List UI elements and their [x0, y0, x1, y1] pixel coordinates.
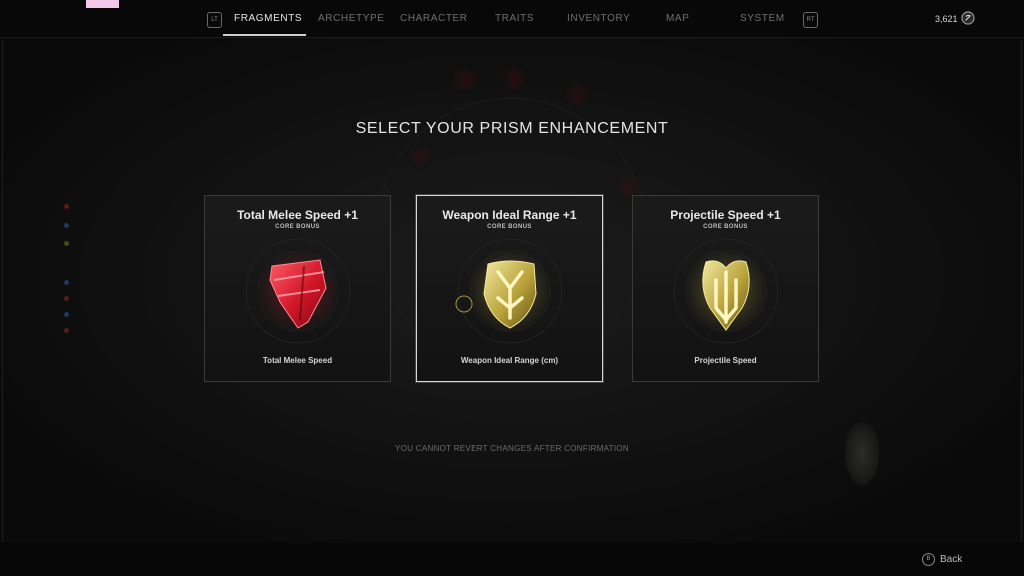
background-stat-dot [64, 312, 69, 317]
card-title: Weapon Ideal Range +1 [442, 208, 577, 222]
card-subtitle: CORE BONUS [703, 224, 748, 230]
background-stat-dot [64, 280, 69, 285]
gold-fragment-projectile-icon [673, 238, 779, 344]
b-button-icon: B [922, 552, 935, 566]
background-stat-dot [64, 223, 69, 228]
tab-traits[interactable]: TRAITS [495, 13, 534, 24]
top-nav-bar: LT FRAGMENTS ARCHETYPE CHARACTER TRAITS … [0, 0, 1024, 38]
currency-amount: 3,621 [935, 14, 958, 24]
tab-inventory[interactable]: INVENTORY [567, 13, 630, 24]
tab-character[interactable]: CHARACTER [400, 13, 468, 24]
confirmation-warning: YOU CANNOT REVERT CHANGES AFTER CONFIRMA… [395, 444, 629, 453]
page-title: SELECT YOUR PRISM ENHANCEMENT [355, 120, 669, 137]
tab-archetype[interactable]: ARCHETYPE [318, 13, 385, 24]
card-subtitle: CORE BONUS [487, 224, 532, 230]
background-fragment-shard [845, 423, 879, 485]
background-fragment-shape [568, 86, 586, 104]
card-stat-label: Projectile Speed [694, 356, 757, 365]
background-stat-dot [64, 241, 69, 246]
red-fragment-icon [245, 238, 351, 344]
background-stat-dot [64, 328, 69, 333]
bottom-bar [0, 543, 1024, 576]
overlay-marker [86, 0, 119, 8]
card-subtitle: CORE BONUS [275, 224, 320, 230]
background-fragment-shape [620, 178, 636, 196]
tab-fragments[interactable]: FRAGMENTS [234, 13, 302, 24]
card-title: Total Melee Speed +1 [237, 208, 358, 222]
scrap-icon [961, 11, 975, 25]
background-fragment-shape [412, 148, 428, 164]
tab-system[interactable]: SYSTEM [740, 13, 785, 24]
prism-enhancement-screen: LT FRAGMENTS ARCHETYPE CHARACTER TRAITS … [0, 0, 1024, 576]
active-tab-indicator [223, 34, 306, 36]
back-button[interactable]: B Back [922, 551, 962, 567]
enhancement-card-projectile-speed[interactable]: Projectile Speed +1 CORE BONUS Projectil… [632, 195, 819, 382]
enhancement-card-total-melee-speed[interactable]: Total Melee Speed +1 CORE BONUS Total Me… [204, 195, 391, 382]
card-title: Projectile Speed +1 [670, 208, 781, 222]
background-stat-dot [64, 204, 69, 209]
background-stat-dot [64, 296, 69, 301]
left-bumper-icon[interactable]: LT [207, 12, 222, 28]
enhancement-card-weapon-ideal-range[interactable]: Weapon Ideal Range +1 CORE BONUS Weapon … [416, 195, 603, 382]
gold-fragment-range-icon [455, 238, 563, 344]
card-stat-label: Weapon Ideal Range (cm) [460, 356, 559, 365]
background-fragment-shape [505, 68, 523, 88]
tab-map[interactable]: MAP [666, 13, 689, 24]
card-stat-label: Total Melee Speed [262, 356, 333, 365]
right-bumper-icon[interactable]: RT [803, 12, 818, 28]
back-label: Back [940, 553, 963, 565]
background-fragment-shape [455, 70, 475, 88]
